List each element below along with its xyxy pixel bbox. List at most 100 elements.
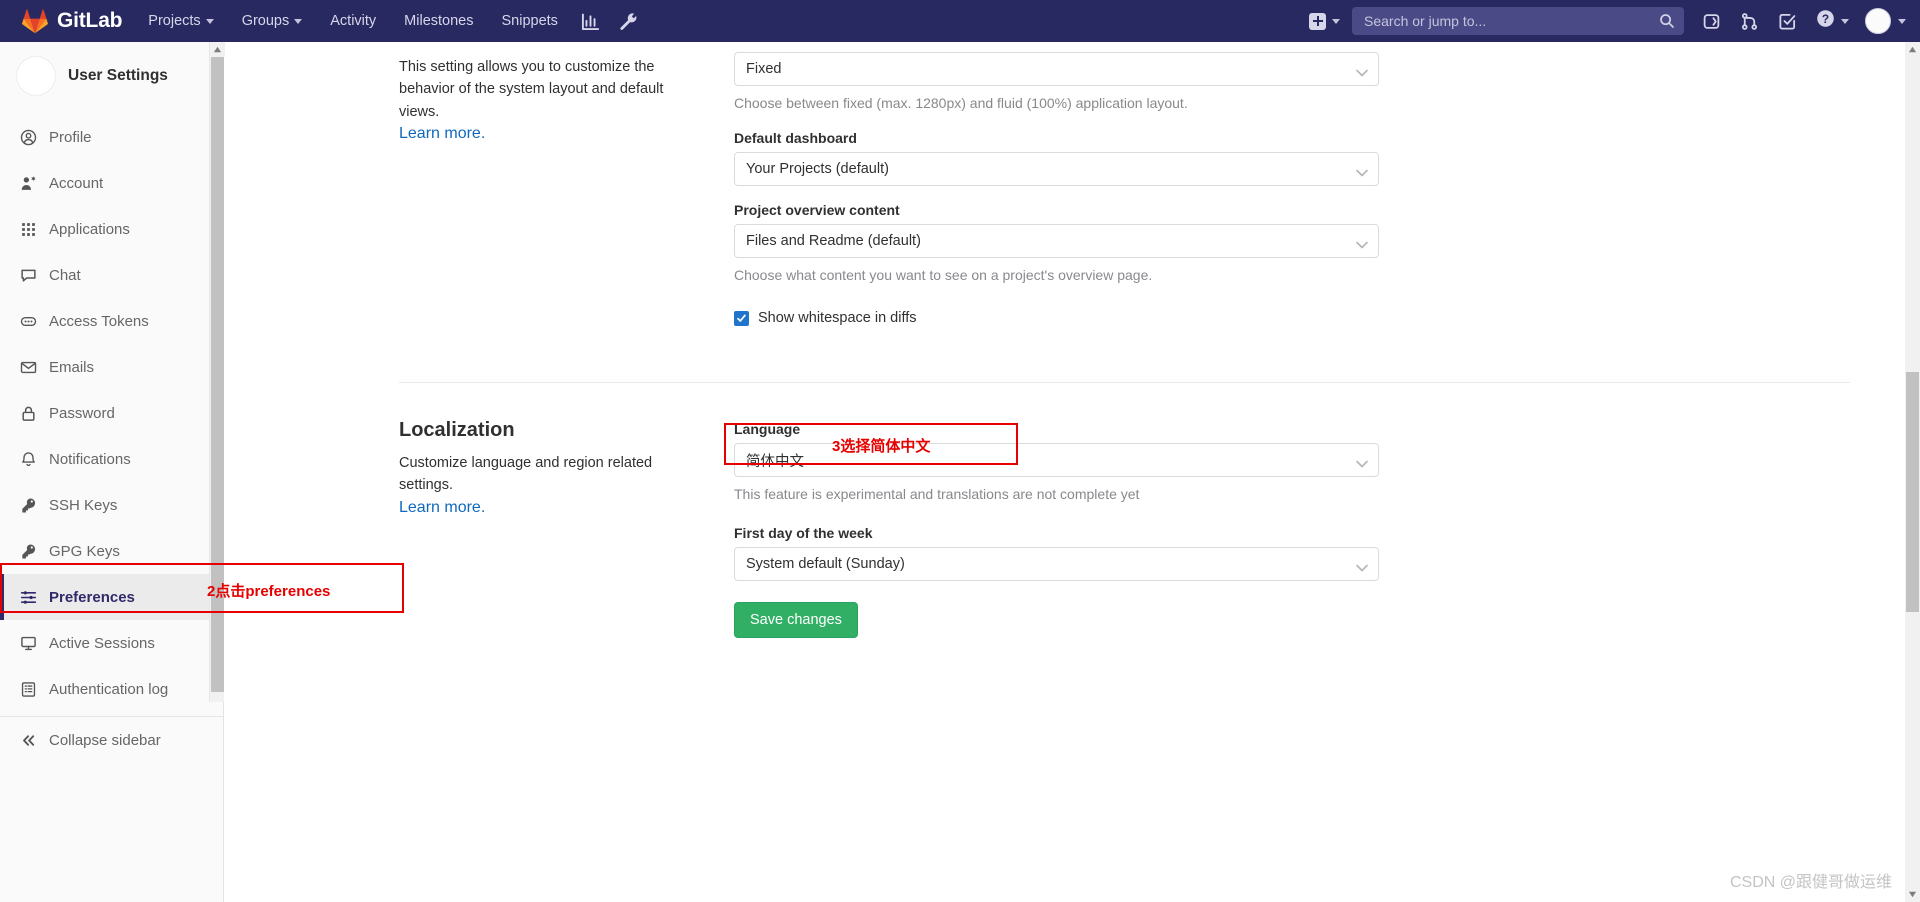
language-help-text: This feature is experimental and transla…: [734, 486, 1140, 502]
localization-settings-section: Localization Customize language and regi…: [224, 383, 1920, 638]
sidebar-item-notifications[interactable]: Notifications: [0, 436, 223, 482]
key-icon: [20, 543, 37, 560]
sidebar-item-active-sessions[interactable]: Active Sessions: [0, 620, 223, 666]
sidebar-item-password[interactable]: Password: [0, 390, 223, 436]
search-input[interactable]: [1352, 13, 1684, 29]
layout-select[interactable]: Fixed: [734, 52, 1379, 86]
sidebar-item-label: Access Tokens: [49, 312, 149, 330]
sidebar-item-label: Preferences: [49, 588, 135, 606]
scroll-down-arrow-icon[interactable]: [1905, 887, 1920, 902]
sidebar-scroll-thumb[interactable]: [211, 57, 224, 692]
csdn-watermark: CSDN @跟健哥做运维: [1729, 874, 1892, 891]
sidebar-item-label: GPG Keys: [49, 542, 120, 560]
nav-link-groups[interactable]: Groups: [228, 0, 317, 42]
behavior-learn-more-link[interactable]: Learn more.: [399, 125, 485, 142]
help-menu-button[interactable]: ?: [1806, 9, 1857, 33]
chevron-down-icon: [294, 18, 303, 24]
behavior-section-fields: Fixed Choose between fixed (max. 1280px)…: [734, 42, 1379, 326]
user-gear-icon: [20, 175, 37, 192]
behavior-settings-section: This setting allows you to customize the…: [224, 42, 1920, 326]
sidebar-collapse-label: Collapse sidebar: [49, 731, 161, 749]
user-avatar: [16, 56, 56, 96]
show-whitespace-label[interactable]: Show whitespace in diffs: [758, 310, 917, 326]
merge-request-icon[interactable]: [1730, 0, 1768, 42]
language-select-wrap[interactable]: 简体中文: [734, 443, 1379, 477]
sidebar-item-emails[interactable]: Emails: [0, 344, 223, 390]
sidebar-item-profile[interactable]: Profile: [0, 114, 223, 160]
nav-link-activity[interactable]: Activity: [316, 0, 390, 42]
project-overview-select[interactable]: Files and Readme (default): [734, 224, 1379, 258]
envelope-icon: [20, 359, 37, 376]
gitlab-brand-text: GitLab: [57, 9, 123, 32]
sidebar-collapse-button[interactable]: Collapse sidebar: [0, 717, 223, 763]
grid-dots-icon: [20, 221, 37, 238]
page-scrollbar[interactable]: [1905, 42, 1920, 902]
sidebar-item-authentication-log[interactable]: Authentication log: [0, 666, 223, 712]
localization-section-text: Localization Customize language and regi…: [399, 405, 734, 638]
sidebar-item-chat[interactable]: Chat: [0, 252, 223, 298]
show-whitespace-row[interactable]: Show whitespace in diffs: [734, 310, 1379, 326]
issues-icon[interactable]: [1692, 0, 1730, 42]
create-new-button[interactable]: [1297, 0, 1352, 42]
token-icon: [20, 313, 37, 330]
plus-square-icon: [1309, 12, 1326, 30]
first-day-select-wrap[interactable]: System default (Sunday): [734, 547, 1379, 581]
language-select[interactable]: 简体中文: [734, 443, 1379, 477]
scroll-up-arrow-icon[interactable]: [210, 42, 225, 57]
behavior-description: This setting allows you to customize the…: [399, 59, 664, 120]
save-changes-button[interactable]: Save changes: [734, 602, 858, 638]
key-icon: [20, 497, 37, 514]
sidebar-item-label: SSH Keys: [49, 496, 118, 514]
chevrons-left-icon: [20, 732, 37, 749]
svg-text:?: ?: [1822, 12, 1829, 26]
search-icon[interactable]: [1659, 13, 1675, 34]
user-circle-icon: [20, 129, 37, 146]
sidebar-title: User Settings: [68, 67, 168, 84]
project-overview-label: Project overview content: [734, 202, 900, 218]
user-menu-button[interactable]: [1857, 8, 1920, 34]
scroll-up-arrow-icon[interactable]: [1905, 42, 1920, 57]
nav-link-snippets[interactable]: Snippets: [487, 0, 571, 42]
sidebar-item-label: Authentication log: [49, 680, 169, 698]
sidebar-nav-list: Profile Account Applications Chat Access…: [0, 112, 223, 763]
sidebar-item-access-tokens[interactable]: Access Tokens: [0, 298, 223, 344]
nav-link-activity-label: Activity: [330, 13, 377, 29]
chevron-down-icon: [1841, 18, 1849, 24]
sidebar-item-preferences[interactable]: Preferences: [0, 574, 223, 620]
top-navbar: GitLab Projects Groups Activity Mileston…: [0, 0, 1920, 42]
sidebar-item-gpg-keys[interactable]: GPG Keys: [0, 528, 223, 574]
wrench-icon[interactable]: [610, 0, 648, 42]
show-whitespace-checkbox[interactable]: [734, 310, 749, 326]
user-settings-sidebar: User Settings Profile Account Applicatio…: [0, 42, 224, 902]
page-scroll-thumb[interactable]: [1906, 372, 1919, 612]
sidebar-item-label: Password: [49, 404, 115, 422]
chevron-down-icon: [1332, 18, 1340, 24]
nav-link-milestones-label: Milestones: [404, 13, 474, 29]
todos-check-icon[interactable]: [1768, 0, 1806, 42]
localization-learn-more-link[interactable]: Learn more.: [399, 499, 485, 516]
nav-link-milestones[interactable]: Milestones: [390, 0, 487, 42]
sidebar-item-account[interactable]: Account: [0, 160, 223, 206]
first-day-select[interactable]: System default (Sunday): [734, 547, 1379, 581]
preferences-content: This setting allows you to customize the…: [224, 42, 1920, 902]
avatar: [1865, 8, 1891, 34]
nav-link-groups-label: Groups: [241, 13, 290, 29]
sidebar-item-applications[interactable]: Applications: [0, 206, 223, 252]
layout-select-wrap[interactable]: Fixed: [734, 52, 1379, 86]
localization-title: Localization: [399, 419, 515, 441]
chevron-down-icon: [205, 18, 214, 24]
gitlab-logo-link[interactable]: GitLab: [0, 8, 134, 34]
sidebar-item-ssh-keys[interactable]: SSH Keys: [0, 482, 223, 528]
nav-link-projects[interactable]: Projects: [134, 0, 227, 42]
analytics-chart-icon[interactable]: [572, 0, 610, 42]
default-dashboard-select-wrap[interactable]: Your Projects (default): [734, 152, 1379, 186]
project-overview-select-wrap[interactable]: Files and Readme (default): [734, 224, 1379, 258]
default-dashboard-select[interactable]: Your Projects (default): [734, 152, 1379, 186]
log-list-icon: [20, 681, 37, 698]
sidebar-item-label: Applications: [49, 220, 130, 238]
sidebar-header: User Settings: [0, 42, 223, 112]
sidebar-item-label: Chat: [49, 266, 81, 284]
sidebar-scrollbar[interactable]: [209, 42, 225, 702]
default-dashboard-label: Default dashboard: [734, 130, 857, 146]
global-search-box[interactable]: [1352, 7, 1684, 35]
